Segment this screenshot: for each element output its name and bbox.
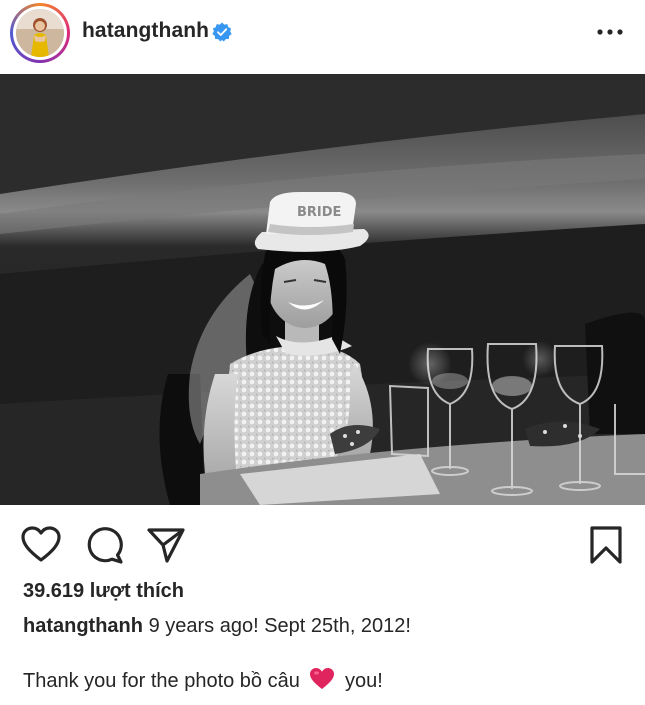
- red-heart-emoji-icon: [310, 668, 335, 689]
- post-image: BRIDE: [0, 74, 645, 505]
- paper-plane-icon[interactable]: [146, 525, 186, 565]
- username[interactable]: hatangthanh: [82, 19, 209, 43]
- comment-bubble-icon[interactable]: [84, 525, 124, 565]
- verified-badge-icon: [212, 22, 232, 42]
- avatar-image: [16, 9, 64, 57]
- caption-text: 9 years ago! Sept 25th, 2012!: [148, 615, 411, 637]
- avatar[interactable]: [16, 9, 64, 57]
- hat-text: BRIDE: [297, 205, 341, 220]
- bookmark-icon[interactable]: [586, 525, 626, 565]
- story-ring[interactable]: [10, 3, 70, 63]
- caption-message: Thank you for the photo bồ câu you!: [23, 667, 383, 693]
- likes-count[interactable]: 39.619 lượt thích: [23, 580, 184, 603]
- caption-message-end: you!: [344, 670, 383, 692]
- more-options-icon[interactable]: [596, 22, 624, 42]
- caption-author[interactable]: hatangthanh: [23, 615, 143, 637]
- heart-icon[interactable]: [21, 525, 61, 565]
- action-bar: [0, 505, 645, 577]
- post-photo[interactable]: BRIDE: [0, 74, 645, 505]
- caption-message-text: Thank you for the photo bồ câu: [23, 670, 300, 692]
- post-header: hatangthanh: [0, 0, 645, 74]
- caption: hatangthanh 9 years ago! Sept 25th, 2012…: [23, 615, 411, 638]
